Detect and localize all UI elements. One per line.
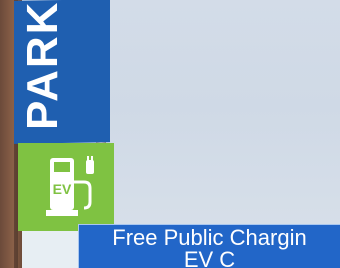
caption-banner: Free Public Chargin EV C (78, 224, 340, 268)
parking-sign-text: PARK (18, 0, 67, 130)
ev-label: EV (53, 181, 72, 197)
ev-charger-icon: EV (46, 156, 94, 216)
photo-scene: PARK EV Free Public Chargin EV C (0, 0, 340, 268)
